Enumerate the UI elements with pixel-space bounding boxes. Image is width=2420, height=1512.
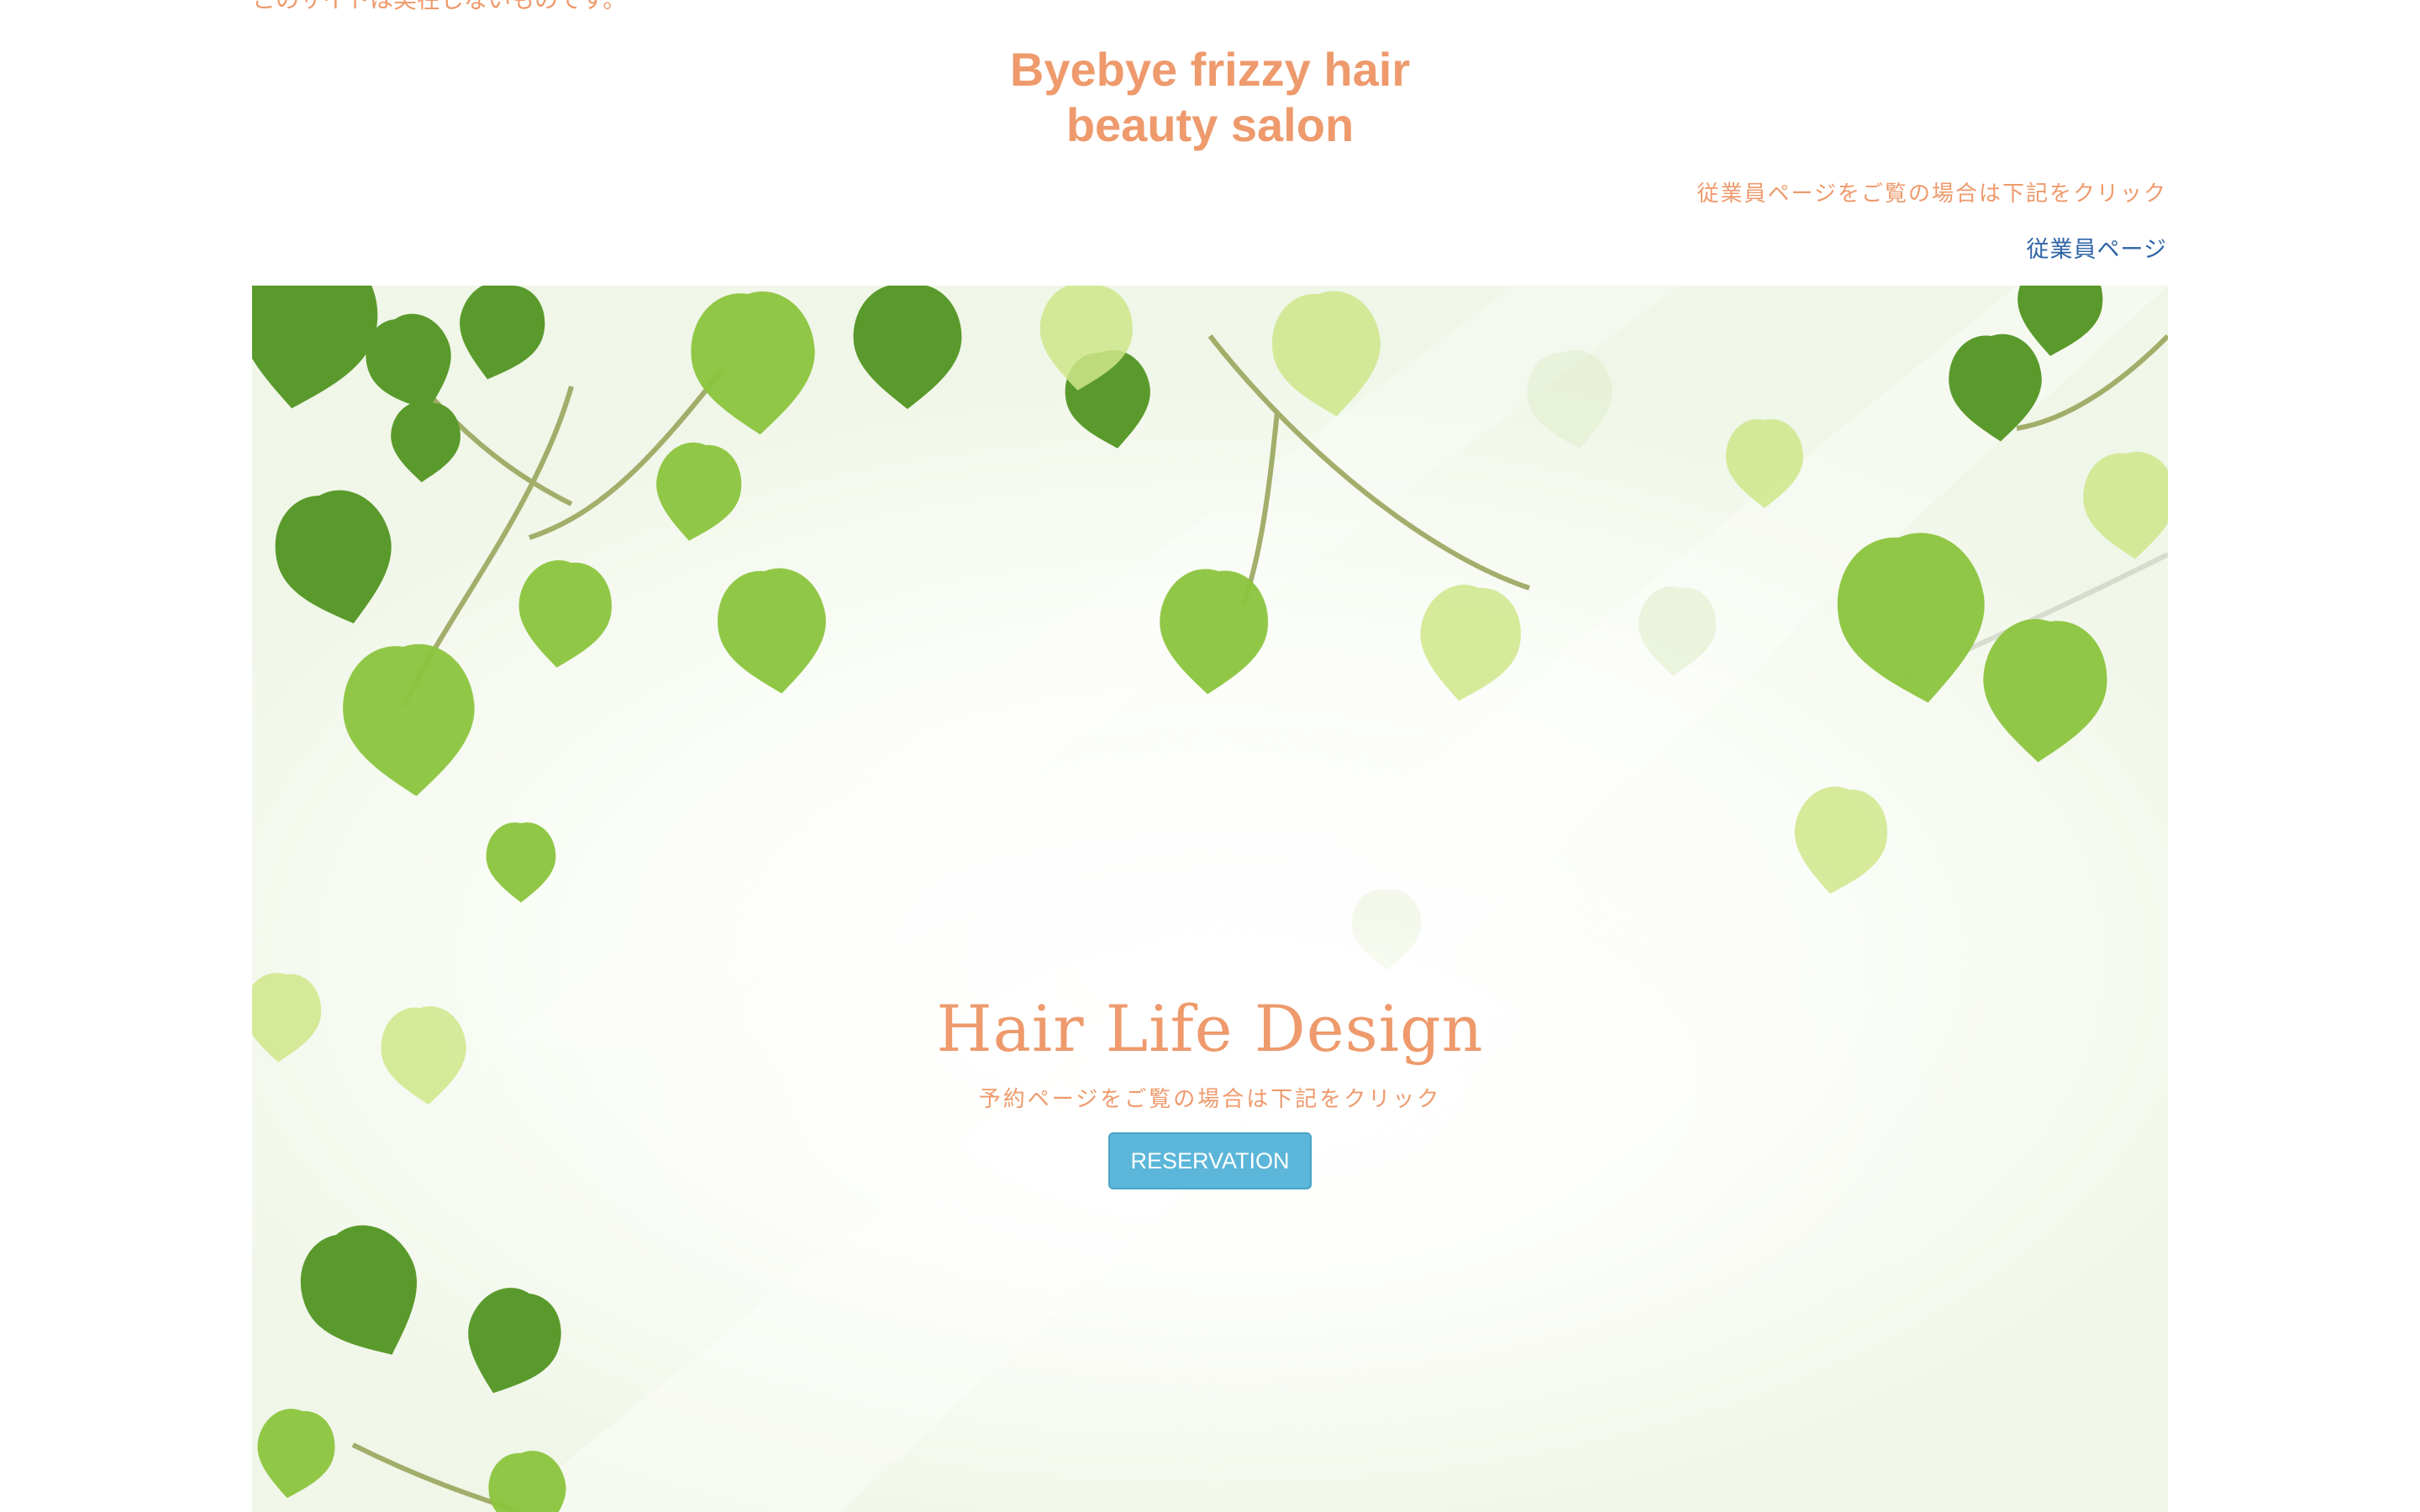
hero-title: Hair Life Design — [936, 991, 1484, 1066]
site-title-line2: beauty salon — [1065, 98, 1355, 151]
site-title[interactable]: Byebye frizzy hair beauty salon — [252, 42, 2168, 153]
hero-section: Hair Life Design 予約ページをご覧の場合は下記をクリック RES… — [252, 286, 2168, 1512]
reservation-note: 予約ページをご覧の場合は下記をクリック — [978, 1087, 1442, 1112]
top-notice: このサイトは実在しないものです。 — [252, 0, 626, 15]
staff-page-note: 従業員ページをご覧の場合は下記をクリック — [1697, 181, 2167, 207]
reservation-button[interactable]: RESERVATION — [1108, 1132, 1312, 1189]
site-title-line1: Byebye frizzy hair — [1009, 43, 1411, 96]
staff-page-link[interactable]: 従業員ページ — [2027, 231, 2167, 264]
leaves-background-image — [252, 286, 2168, 1512]
